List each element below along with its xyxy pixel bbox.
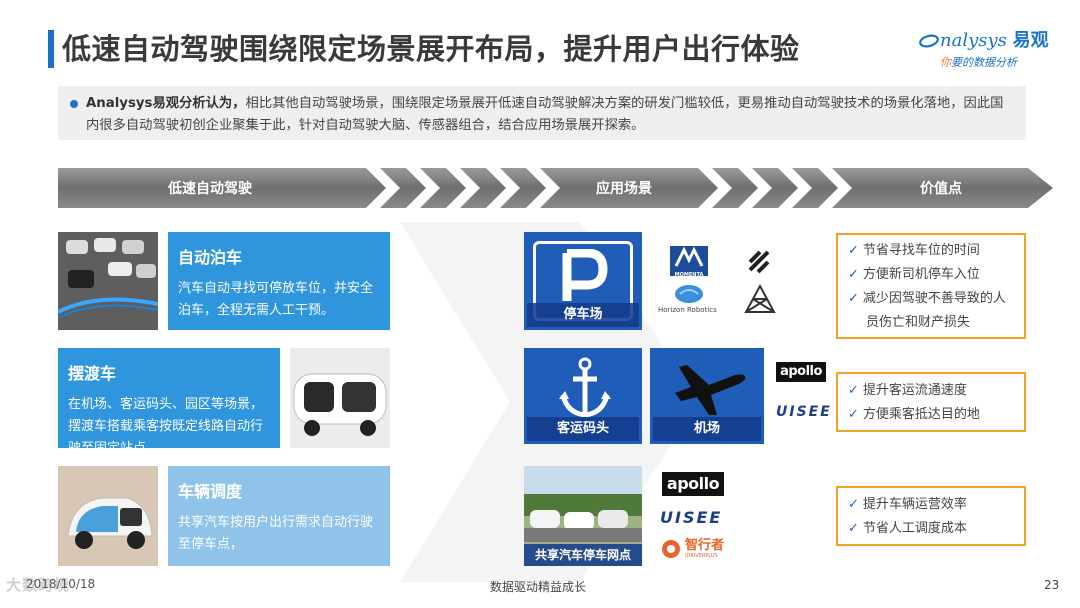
scene-airport-sign: 机场 [650,348,764,444]
momenta-logo: MOMENTA [670,246,708,278]
value-item-cont: 员伤亡和财产损失 [866,315,971,330]
scenario-desc: 汽车自动寻找可停放车位，并安全泊车，全程无需人工干预。 [178,281,374,318]
logo-tagline-text: 要的数据分析 [951,56,1017,69]
scene-parking-sign: 停车场 [524,232,642,330]
scenario-desc: 共享汽车按用户出行需求自动行驶至停车点， [178,515,374,552]
value-item: ✓ 提升车辆运营效率 [848,497,967,512]
check-icon: ✓ [848,497,859,512]
scenario-title: 摆渡车 [68,364,117,383]
anchor-icon [559,357,611,418]
horizon-brain-icon [675,285,703,303]
uisee-logo: UISEE [776,404,832,420]
apollo-logo: apollo [776,362,826,382]
value-item: ✓ 方便乘客抵达目的地 [848,407,980,422]
header-col-values: 价值点 [920,181,962,197]
footer-date: 2018/10/18 [26,577,96,591]
zhixingzhe-gear-icon [662,540,680,558]
value-item: ✓ 提升客运流通速度 [848,383,967,398]
parking-p-icon [562,249,608,301]
value-item: ✓ 方便新司机停车入位 [848,267,980,282]
startup-lattice-logo [744,283,776,318]
scene-port-sign: 客运码头 [524,348,642,444]
zhixingzhe-text: 智行者 [685,538,725,553]
title-accent-bar [48,30,54,68]
logo-swoosh-icon [919,34,939,48]
scenario-card-auto-parking: 自动泊车 汽车自动寻找可停放车位，并安全泊车，全程无需人工干预。 [168,232,390,330]
check-icon: ✓ [848,243,859,258]
carshare-photo: 共享汽车停车网点 [524,466,642,566]
bullet-dot-icon [70,100,78,108]
shuttle-photo [290,348,390,448]
logo-tagline: 你要的数据分析 [940,54,1058,70]
value-box-dispatch: ✓ 提升车辆运营效率 ✓ 节省人工调度成本 [836,486,1026,546]
summary-box: Analysys易观分析认为，相比其他自动驾驶场景，围绕限定场景展开低速自动驾驶… [58,86,1026,140]
logo-brand-cn: 易观 [1012,30,1049,51]
parking-lot-photo [58,232,158,330]
logo-brand: nalysys 易观 [918,26,1058,52]
uisee-logo: UISEE [660,508,723,527]
lattice-icon [744,283,776,313]
header-col-low-speed: 低速自动驾驶 [168,181,252,197]
check-icon: ✓ [848,521,859,536]
page-number: 23 [1044,578,1060,592]
scene-label: 停车场 [527,303,639,327]
scene-label: 客运码头 [527,417,639,441]
check-icon: ✓ [848,407,859,422]
analysys-logo: nalysys 易观 你要的数据分析 [918,26,1058,70]
logo-brand-text: nalysys [940,30,1007,51]
scenario-card-dispatch: 车辆调度 共享汽车按用户出行需求自动行驶至停车点， [168,466,390,566]
horizon-text: Horizon Robotics [658,306,717,314]
zhixingzhe-logo: 智行者 IDRIVERPLUS [660,538,724,560]
airplane-icon [675,365,746,415]
check-icon: ✓ [848,383,859,398]
header-col-scenes: 应用场景 [596,181,652,197]
momenta-text: MOMENTA [674,272,704,278]
scenario-title: 车辆调度 [178,482,243,501]
momenta-m-icon [674,246,704,267]
apollo-logo: apollo [662,472,724,496]
footer-slogan: 数据驱动精益成长 [490,580,587,594]
scenario-card-shuttle: 摆渡车 在机场、客运码头、园区等场景，摆渡车搭载乘客按既定线路自动行驶至固定站点… [58,348,280,456]
value-item: ✓ 节省人工调度成本 [848,521,967,536]
value-box-parking: ✓ 节省寻找车位的时间 ✓ 方便新司机停车入位 ✓ 减少因驾驶不善导致的人 员伤亡和财… [836,233,1026,339]
summary-lead: Analysys易观分析认为， [86,96,246,111]
check-icon: ✓ [848,267,859,282]
page-title: 低速自动驾驶围绕限定场景展开布局，提升用户出行体验 [62,32,800,66]
smart-car-photo [58,466,158,566]
check-icon: ✓ [848,291,859,306]
value-box-shuttle: ✓ 提升客运流通速度 ✓ 方便乘客抵达目的地 [836,372,1026,432]
value-item: ✓ 减少因驾驶不善导致的人 [848,291,1006,306]
s-stripe-icon [748,250,770,274]
scenario-title: 自动泊车 [178,248,243,267]
startup-s-logo [746,248,772,280]
scene-label: 共享汽车停车网点 [524,544,642,566]
zhixingzhe-en-text: IDRIVERPLUS [685,553,718,559]
scene-label: 机场 [653,417,761,441]
logo-tagline-accent: 你 [940,56,951,69]
scenario-desc: 在机场、客运码头、园区等场景，摆渡车搭载乘客按既定线路自动行驶至固定站点， [68,397,264,456]
value-item: ✓ 节省寻找车位的时间 [848,243,980,258]
horizon-logo [672,284,706,304]
